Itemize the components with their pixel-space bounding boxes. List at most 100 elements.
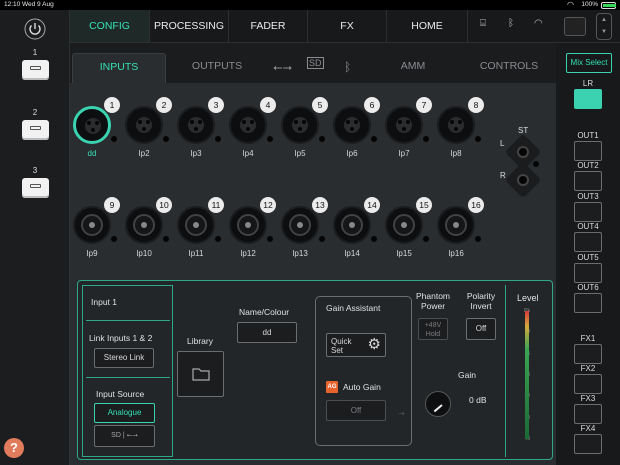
mix-bus-button-out2[interactable] (574, 171, 602, 191)
name-colour-button[interactable]: dd (237, 322, 297, 343)
gain-value: 0 dB (469, 395, 487, 405)
help-icon[interactable]: ? (4, 438, 24, 458)
signal-led (267, 236, 273, 242)
input-jack-2[interactable] (125, 106, 163, 144)
usb-icon[interactable]: ⭠⭢ (273, 60, 292, 75)
mix-bus-button-out1[interactable] (574, 141, 602, 161)
input-jack-1[interactable] (73, 106, 111, 144)
power-icon[interactable] (24, 18, 46, 40)
sd-card-icon[interactable]: SD (307, 57, 324, 69)
combo-socket (237, 214, 259, 236)
combo-socket (289, 214, 311, 236)
sub-tabs: INPUTS OUTPUTS ⭠⭢ SD ᛒ AMM CONTROLS (70, 43, 556, 83)
polarity-invert-label: Polarity Invert (466, 291, 496, 311)
phantom-power-button[interactable]: +48V Hold (418, 318, 448, 340)
combo-socket (341, 214, 363, 236)
tab-home[interactable]: HOME (387, 10, 468, 42)
input-label: Ip8 (450, 149, 462, 158)
combo-socket (133, 214, 155, 236)
input-jack-9[interactable] (73, 206, 111, 244)
xlr-pins (240, 117, 256, 133)
input-number-badge: 9 (104, 197, 120, 213)
input-label: Ip6 (346, 149, 358, 158)
network-icon: ◠ (534, 18, 543, 29)
input-jack-4[interactable] (229, 106, 267, 144)
signal-led (371, 136, 377, 142)
mix-bus-button-out6[interactable] (574, 293, 602, 313)
input-label: Ip11 (188, 249, 204, 258)
signal-led (319, 236, 325, 242)
input-jack-13[interactable] (281, 206, 319, 244)
quick-set-label: Quick Set (331, 337, 352, 355)
scene-button-3[interactable] (22, 178, 49, 198)
mix-bus-button-out3[interactable] (574, 202, 602, 222)
mix-bus-label: OUT2 (577, 161, 599, 170)
library-button[interactable] (177, 351, 224, 397)
input-number-badge: 3 (208, 97, 224, 113)
stereo-right-jack[interactable] (504, 161, 542, 199)
mix-bus-label: FX2 (580, 364, 596, 373)
combo-socket (445, 214, 467, 236)
main-panel: INPUTS OUTPUTS ⭠⭢ SD ᛒ AMM CONTROLS 1 dd 2… (70, 43, 556, 465)
mix-bus-button-fx3[interactable] (574, 404, 602, 424)
xlr-pins (448, 117, 464, 133)
tab-controls[interactable]: CONTROLS (462, 53, 556, 83)
tab-outputs[interactable]: OUTPUTS (170, 53, 264, 83)
tab-inputs[interactable]: INPUTS (72, 53, 166, 83)
tab-fx[interactable]: FX (308, 10, 387, 42)
signal-led (111, 236, 117, 242)
xlr-pins (396, 117, 412, 133)
input-jack-12[interactable] (229, 206, 267, 244)
auto-gain-button[interactable]: Off (326, 400, 386, 421)
scene-number: 2 (32, 108, 38, 117)
input-jack-14[interactable] (333, 206, 371, 244)
status-date: Wed 9 Aug (22, 1, 54, 8)
bluetooth-tab-icon[interactable]: ᛒ (344, 60, 351, 74)
stereo-left-label: L (500, 139, 505, 148)
input-number-badge: 12 (260, 197, 276, 213)
input-number-badge: 15 (416, 197, 432, 213)
scene-button-2[interactable] (22, 120, 49, 140)
input-jack-15[interactable] (385, 206, 423, 244)
channel-header: Input 1 (91, 297, 117, 307)
input-label: Ip2 (138, 149, 150, 158)
input-number-badge: 14 (364, 197, 380, 213)
folder-icon (191, 368, 210, 381)
input-jack-7[interactable] (385, 106, 423, 144)
mix-bus-label: FX4 (580, 424, 596, 433)
input-label: Ip3 (190, 149, 202, 158)
mix-select-button[interactable]: Mix Select (566, 53, 612, 73)
meter-title: Level (517, 293, 539, 303)
input-source-sd-usb[interactable]: SD | ⭠⭢ (94, 425, 155, 447)
mix-bus-button-fx2[interactable] (574, 374, 602, 394)
quick-set-button[interactable]: Quick Set ⚙ (326, 333, 386, 357)
tab-fader[interactable]: FADER (229, 10, 308, 42)
mix-bus-button-out4[interactable] (574, 232, 602, 252)
gain-assistant-label: Gain Assistant (326, 303, 381, 313)
tab-processing[interactable]: PROCESSING (150, 10, 229, 42)
input-jack-10[interactable] (125, 206, 163, 244)
scroll-arrows-icon[interactable]: ▲ ▼ (596, 13, 612, 40)
tab-amm[interactable]: AMM (366, 53, 460, 83)
polarity-invert-button[interactable]: Off (466, 318, 496, 340)
gain-knob[interactable] (425, 391, 451, 417)
input-number-badge: 10 (156, 197, 172, 213)
mix-bus-button-fx1[interactable] (574, 344, 602, 364)
input-number-badge: 11 (208, 197, 224, 213)
input-number-badge: 5 (312, 97, 328, 113)
folder-icon[interactable] (564, 17, 586, 36)
input-jack-16[interactable] (437, 206, 475, 244)
input-jack-8[interactable] (437, 106, 475, 144)
mix-bus-button-fx4[interactable] (574, 434, 602, 454)
input-jack-3[interactable] (177, 106, 215, 144)
input-jack-6[interactable] (333, 106, 371, 144)
mix-bus-button-lr[interactable] (574, 89, 602, 109)
input-jack-5[interactable] (281, 106, 319, 144)
mix-bus-button-out5[interactable] (574, 263, 602, 283)
input-source-analogue[interactable]: Analogue (94, 403, 155, 423)
stereo-link-button[interactable]: Stereo Link (94, 348, 154, 368)
input-jack-11[interactable] (177, 206, 215, 244)
tab-config[interactable]: CONFIG (70, 10, 150, 42)
sd-card-icon: SD (111, 432, 121, 439)
scene-button-1[interactable] (22, 60, 49, 80)
